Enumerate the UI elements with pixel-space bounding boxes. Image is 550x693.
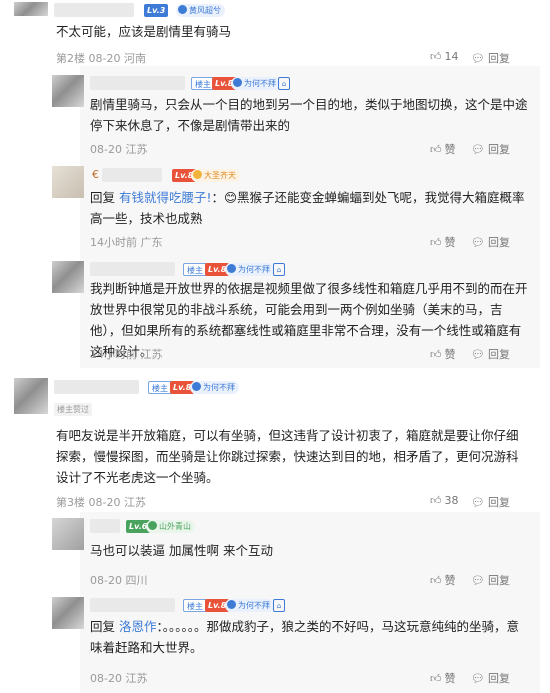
reply-button[interactable]: 💬︎ 回复 xyxy=(471,234,510,250)
reply-text: 回复 洛恩作：。。。。。。那做成豹子，狼之类的不好吗，马这玩意纯纯的坐骑，意味着… xyxy=(90,619,520,655)
thumbs-up-icon: 👍︎ xyxy=(430,494,442,507)
medal-badge: 为何不拜 xyxy=(225,263,274,276)
level-badge: Lv.3 xyxy=(144,4,169,17)
reply-button[interactable]: 💬︎ 回复 xyxy=(471,494,510,510)
comment-icon: 💬︎ xyxy=(471,574,485,587)
like-button[interactable]: 👍︎ 38 xyxy=(430,494,459,507)
avatar[interactable] xyxy=(52,518,84,550)
op-badge: 楼主 xyxy=(183,599,207,612)
username[interactable] xyxy=(90,519,120,533)
reply-meta: 14小时前 广东 xyxy=(90,236,163,249)
comment-meta: 第2楼 08-20 河南 xyxy=(56,52,146,65)
reply-text: 马也可以装逼 加属性啊 来个互动 xyxy=(90,543,273,558)
username[interactable] xyxy=(102,168,162,182)
comment-icon: 💬︎ xyxy=(471,52,485,65)
reply-button[interactable]: 💬︎ 回复 xyxy=(471,50,510,66)
reply-button[interactable]: 💬︎ 回复 xyxy=(471,346,510,362)
avatar[interactable] xyxy=(14,378,48,414)
medal-icon xyxy=(148,521,157,530)
reply-meta: 08-20 江苏 xyxy=(90,672,148,685)
comment-icon: 💬︎ xyxy=(471,672,485,685)
reply-to-link[interactable]: 洛恩作 xyxy=(119,619,157,634)
thumbs-up-icon: 👍︎ xyxy=(430,348,442,361)
reply-text: 剧情里骑马，只会从一个目的地到另一个目的地，类似于地图切换，这个是中途停下来休息… xyxy=(90,97,528,133)
reply-button[interactable]: 💬︎ 回复 xyxy=(471,141,510,157)
medal-badge: 为何不拜 xyxy=(225,599,274,612)
username[interactable] xyxy=(90,262,175,276)
medal-badge: 大圣齐天 xyxy=(191,169,240,182)
avatar[interactable] xyxy=(52,597,84,629)
comment-icon: 💬︎ xyxy=(471,236,485,249)
comment-text: 有吧友说是半开放箱庭，可以有坐骑，但这违背了设计初衷了，箱庭就是要让你仔细探索，… xyxy=(56,428,519,485)
reply-to-link[interactable]: 有钱就得吃腰子! xyxy=(119,190,212,205)
reply-meta: 14小时前 江苏 xyxy=(90,348,163,361)
medal-icon xyxy=(233,78,242,87)
fan-icon: ⌂ xyxy=(273,599,285,612)
thumbs-up-icon: 👍︎ xyxy=(430,50,442,63)
thumbs-up-icon: 👍︎ xyxy=(430,672,442,685)
fan-icon: ⌂ xyxy=(273,263,285,276)
like-button[interactable]: 👍︎ 赞 xyxy=(430,234,456,250)
username[interactable] xyxy=(54,380,139,394)
medal-badge: 为何不拜 xyxy=(190,381,239,394)
medal-icon xyxy=(227,264,236,273)
like-button[interactable]: 👍︎ 14 xyxy=(430,50,459,63)
username-prefix: € xyxy=(92,168,99,181)
like-button[interactable]: 👍︎ 赞 xyxy=(430,670,456,686)
reply-text: 回复 有钱就得吃腰子!：😊黑猴子还能变金蝉蝙蝠到处飞呢，我觉得大箱庭概率高一些，… xyxy=(90,190,525,226)
username[interactable] xyxy=(90,76,185,90)
reply-button[interactable]: 💬︎ 回复 xyxy=(471,572,510,588)
medal-badge: 为何不拜 xyxy=(231,77,280,90)
comment-icon: 💬︎ xyxy=(471,496,485,509)
medal-icon xyxy=(227,600,236,609)
medal-badge: 山外青山 xyxy=(146,520,195,533)
op-badge: 楼主 xyxy=(183,263,207,276)
thumbs-up-icon: 👍︎ xyxy=(430,236,442,249)
medal-badge: 黄风超兮 xyxy=(176,4,225,17)
reply-meta: 08-20 江苏 xyxy=(90,143,148,156)
thumbs-up-icon: 👍︎ xyxy=(430,143,442,156)
avatar[interactable] xyxy=(52,261,84,293)
medal-icon xyxy=(178,5,187,14)
comment-text: 不太可能，应该是剧情里有骑马 xyxy=(56,24,232,39)
comment-icon: 💬︎ xyxy=(471,348,485,361)
like-button[interactable]: 👍︎ 赞 xyxy=(430,141,456,157)
avatar[interactable] xyxy=(52,166,84,198)
medal-icon xyxy=(192,382,201,391)
reply-meta: 08-20 四川 xyxy=(90,574,148,587)
like-button[interactable]: 👍︎ 赞 xyxy=(430,572,456,588)
op-liked-label: 楼主赞过 xyxy=(54,403,92,416)
avatar[interactable] xyxy=(52,75,84,107)
username[interactable] xyxy=(54,3,134,17)
avatar[interactable] xyxy=(14,2,48,16)
comment-meta: 第3楼 08-20 江苏 xyxy=(56,496,146,509)
like-button[interactable]: 👍︎ 赞 xyxy=(430,346,456,362)
comment-icon: 💬︎ xyxy=(471,143,485,156)
username[interactable] xyxy=(90,598,175,612)
medal-icon xyxy=(193,170,202,179)
fan-icon: ⌂ xyxy=(278,77,290,90)
op-badge: 楼主 xyxy=(148,381,172,394)
thumbs-up-icon: 👍︎ xyxy=(430,574,442,587)
reply-button[interactable]: 💬︎ 回复 xyxy=(471,670,510,686)
